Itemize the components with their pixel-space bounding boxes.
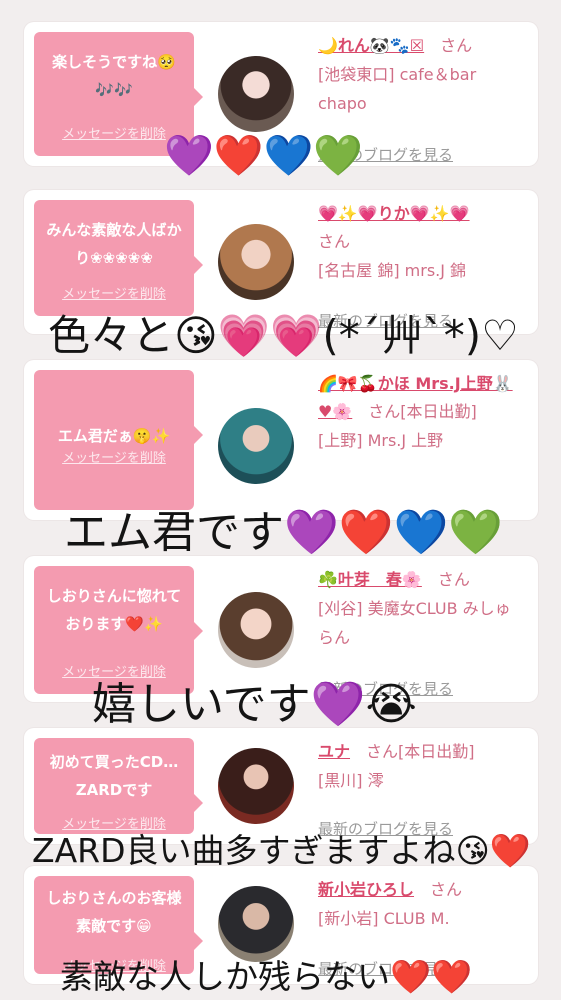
message-text: しおりさんのお客様素敵です😁 [46, 889, 182, 935]
shop-location: [池袋東口] cafe＆bar chapo [318, 65, 477, 113]
shop-location: [新小岩] CLUB M. [318, 909, 450, 928]
sender-info: 🌙れん🐼🐾☒ さん [池袋東口] cafe＆bar chapo 最新のブログを見… [318, 32, 526, 164]
message-text: みんな素敵な人ばかり❀❀❀❀❀ [46, 221, 182, 267]
avatar[interactable] [218, 748, 294, 824]
honorific: さん [318, 232, 351, 251]
shop-location: [上野] Mrs.J 上野 [318, 431, 444, 450]
sender-name-text[interactable]: 新小岩ひろし [318, 880, 414, 899]
message-text: 初めて買ったCD…ZARDです [49, 753, 179, 799]
sender-name[interactable]: ☘️叶芽 春🌸 さん [318, 566, 526, 594]
sender-info: 💗✨💗りか💗✨💗 さん [名古屋 錦] mrs.J 錦 最新のブログを見る [318, 200, 526, 330]
sender-info: 新小岩ひろし さん [新小岩] CLUB M. 最新のブログを見る [318, 876, 526, 978]
sender-name[interactable]: 🌙れん🐼🐾☒ さん [318, 32, 526, 60]
sender-name-text[interactable]: ユナ [318, 742, 350, 761]
message-bubble: みんな素敵な人ばかり❀❀❀❀❀ メッセージを削除 [34, 200, 203, 316]
sender-info: 🌈🎀🍒かほ Mrs.J上野🐰♥🌸 さん[本日出勤] [上野] Mrs.J 上野 [318, 370, 526, 455]
sender-name[interactable]: 💗✨💗りか💗✨💗 さん [318, 200, 526, 256]
avatar[interactable] [218, 56, 294, 132]
honorific: さん [430, 880, 463, 899]
shop-location: [名古屋 錦] mrs.J 錦 [318, 261, 467, 280]
message-text: しおりさんに惚れております❤️✨ [46, 587, 182, 633]
avatar[interactable] [218, 224, 294, 300]
delete-message-link[interactable]: メッセージを削除 [34, 447, 194, 466]
sender-info: ユナ さん[本日出勤] [黒川] 澪 最新のブログを見る [318, 738, 526, 838]
honorific: さん[本日出勤] [368, 402, 477, 421]
sender-info: ☘️叶芽 春🌸 さん [刈谷] 美魔女CLUB みしゅらん 最新のブログを見る [318, 566, 526, 698]
message-bubble: 初めて買ったCD…ZARDです メッセージを削除 [34, 738, 203, 834]
sender-name[interactable]: ユナ さん[本日出勤] [318, 738, 526, 766]
sender-name[interactable]: 新小岩ひろし さん [318, 876, 526, 904]
honorific: さん [437, 570, 470, 589]
overlay-caption: 嬉しいです💜😭 [92, 679, 417, 730]
avatar[interactable] [218, 408, 294, 484]
sender-name[interactable]: 🌈🎀🍒かほ Mrs.J上野🐰♥🌸 さん[本日出勤] [318, 370, 526, 426]
overlay-caption: 素敵な人しか残らない❤️❤️ [60, 957, 473, 996]
shop-location: [刈谷] 美魔女CLUB みしゅらん [318, 599, 511, 647]
message-text: エム君だぁ🤫✨ [57, 427, 171, 445]
message-bubble: エム君だぁ🤫✨ メッセージを削除 [34, 370, 203, 510]
overlay-caption: 色々と😘💗💗(*´艸`*)♡ [48, 311, 519, 360]
shop-location: [黒川] 澪 [318, 771, 384, 790]
overlay-caption: エム君です💜❤️💙💚 [64, 507, 504, 558]
sender-name-text[interactable]: ☘️叶芽 春🌸 [318, 570, 422, 589]
overlay-caption: ZARD良い曲多すぎますよね😘❤️ [32, 831, 532, 870]
avatar[interactable] [218, 592, 294, 668]
delete-message-link[interactable]: メッセージを削除 [34, 283, 194, 302]
message-text: 楽しそうですね🥺🎶🎶 [52, 53, 176, 99]
sender-name-text[interactable]: 💗✨💗りか💗✨💗 [318, 204, 470, 223]
overlay-hearts: 💜❤️💙💚 [164, 133, 364, 179]
honorific: さん[本日出勤] [366, 742, 475, 761]
sender-name-text[interactable]: 🌙れん🐼🐾☒ [318, 36, 424, 55]
honorific: さん [440, 36, 473, 55]
message-list: 楽しそうですね🥺🎶🎶 メッセージを削除 🌙れん🐼🐾☒ さん [池袋東口] caf… [0, 0, 561, 1000]
